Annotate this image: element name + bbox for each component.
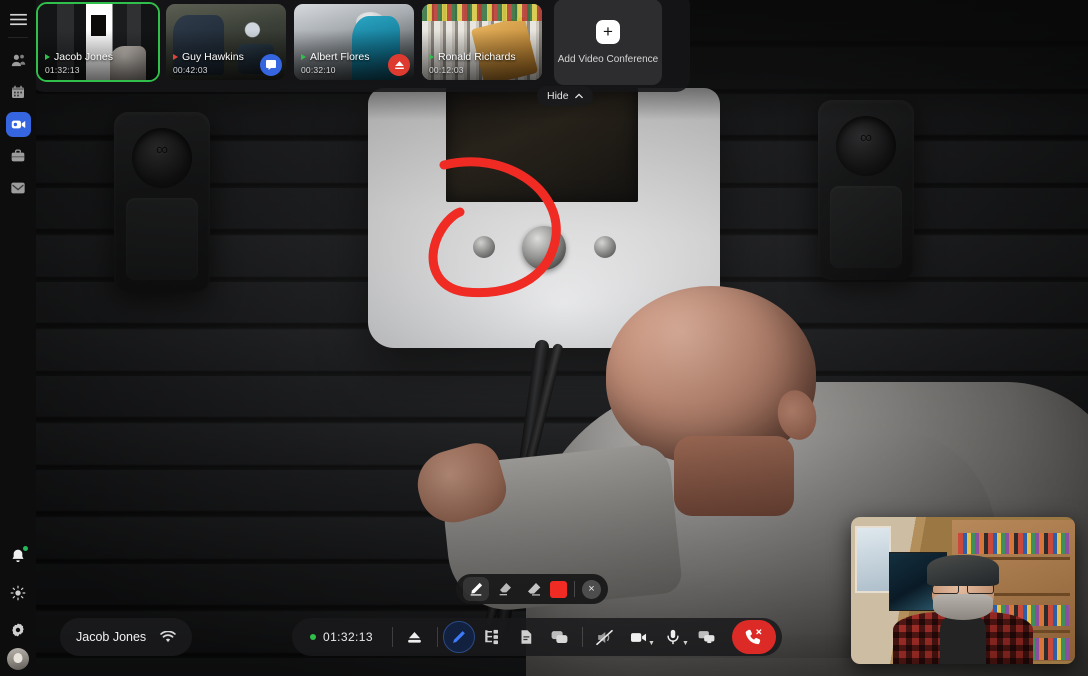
microphone-button[interactable]: ▼	[656, 622, 690, 652]
share-screen-button[interactable]	[690, 622, 724, 652]
pen-icon	[470, 582, 483, 596]
raise-hand-badge-icon[interactable]	[388, 54, 410, 76]
hide-participants-button[interactable]: Hide	[537, 86, 593, 106]
control-divider	[391, 627, 393, 647]
sidebar-bottom-group	[0, 537, 36, 670]
self-view-pip[interactable]	[851, 517, 1075, 664]
highlighter-tool-button[interactable]	[492, 577, 518, 601]
participant-thumbnail[interactable]: Guy Hawkins 00:42:03	[166, 4, 286, 80]
hamburger-icon	[9, 13, 27, 25]
avatar[interactable]	[7, 648, 29, 670]
briefcase-icon	[11, 149, 25, 162]
camera-icon	[631, 632, 647, 642]
pip-window	[855, 525, 892, 594]
notification-badge	[21, 545, 29, 552]
participant-name: Jacob Jones	[54, 51, 113, 63]
status-indicator	[301, 54, 306, 60]
record-icon	[408, 631, 422, 643]
document-icon	[521, 630, 532, 644]
gear-icon	[12, 622, 24, 637]
camera-button[interactable]: ▼	[622, 622, 656, 652]
sidebar-item-inbox[interactable]	[6, 176, 31, 201]
toolbar-divider	[574, 581, 575, 597]
chevron-up-icon	[574, 93, 583, 99]
chat-badge-icon[interactable]	[260, 54, 282, 76]
pen-tool-button[interactable]	[463, 577, 489, 601]
status-indicator	[429, 54, 434, 60]
annotation-toolbar: ×	[456, 574, 608, 604]
hierarchy-icon	[485, 629, 498, 645]
add-video-conference-label: Add Video Conference	[557, 53, 659, 65]
microphone-icon	[667, 629, 679, 645]
call-timer: 01:32:13	[298, 630, 387, 644]
inbox-icon	[11, 182, 25, 194]
calendar-icon	[12, 85, 24, 98]
menu-button[interactable]	[7, 9, 29, 29]
participant-name: Albert Flores	[310, 51, 370, 63]
local-user-name: Jacob Jones	[76, 630, 147, 644]
speaker-off-icon	[596, 629, 614, 645]
control-divider	[436, 627, 438, 647]
video-camera-icon	[11, 120, 25, 128]
participant-duration: 00:12:03	[429, 65, 464, 75]
recording-indicator-dot	[310, 634, 316, 640]
left-sidebar	[0, 0, 36, 676]
documents-button[interactable]	[509, 622, 543, 652]
sidebar-item-notifications[interactable]	[6, 543, 31, 568]
sidebar-divider	[8, 37, 28, 38]
participant-thumbnail[interactable]: Albert Flores 00:32:10	[294, 4, 414, 80]
sidebar-item-contacts[interactable]	[6, 48, 31, 73]
highlighter-icon	[499, 583, 511, 596]
pip-self-figure	[892, 555, 1034, 664]
status-indicator	[45, 54, 50, 60]
status-indicator	[173, 54, 178, 60]
sidebar-item-jobs[interactable]	[6, 144, 31, 169]
control-divider	[581, 627, 583, 647]
participant-thumbnail[interactable]: Jacob Jones 01:32:13	[36, 2, 160, 82]
local-user-pill[interactable]: Jacob Jones	[60, 618, 193, 656]
annotation-color-swatch[interactable]	[550, 580, 567, 598]
video-call-app: ∞ ∞ Jacob J	[0, 0, 1088, 676]
annotate-button[interactable]	[442, 621, 475, 653]
plus-icon: +	[596, 19, 620, 44]
participant-name: Guy Hawkins	[182, 51, 244, 63]
call-control-bar: 01:32:13 ▼ ▼	[292, 618, 782, 656]
sidebar-item-appearance[interactable]	[6, 580, 31, 605]
hide-label: Hide	[547, 90, 569, 102]
people-icon	[11, 54, 25, 66]
pen-icon	[453, 630, 466, 643]
phone-hangup-icon	[746, 628, 762, 644]
end-call-button[interactable]	[731, 620, 776, 654]
participant-duration: 00:42:03	[173, 65, 208, 75]
close-annotation-button[interactable]: ×	[582, 579, 601, 599]
participant-duration: 00:32:10	[301, 65, 336, 75]
chat-button[interactable]	[543, 622, 577, 652]
record-button[interactable]	[398, 622, 432, 652]
speaker-button[interactable]	[588, 622, 622, 652]
sidebar-item-settings[interactable]	[6, 617, 31, 642]
participant-duration: 01:32:13	[45, 65, 80, 75]
chevron-down-icon[interactable]: ▼	[648, 640, 655, 647]
participant-rail: Jacob Jones 01:32:13 Guy Hawkins 00:42:0…	[30, 0, 690, 92]
add-video-conference-button[interactable]: + Add Video Conference	[554, 0, 662, 85]
sidebar-item-video-calls[interactable]	[5, 111, 31, 137]
sun-icon	[10, 585, 26, 600]
eraser-tool-button[interactable]	[521, 577, 547, 601]
hierarchy-button[interactable]	[475, 622, 509, 652]
participant-thumbnail[interactable]: Ronald Richards 00:12:03	[422, 4, 542, 80]
chevron-down-icon[interactable]: ▼	[682, 640, 689, 647]
chat-icon	[552, 630, 568, 643]
sidebar-item-calendar[interactable]	[6, 80, 31, 105]
participant-name: Ronald Richards	[438, 51, 516, 63]
screen-share-icon	[699, 630, 715, 643]
wifi-icon	[160, 631, 176, 643]
call-timer-text: 01:32:13	[323, 630, 373, 644]
eraser-icon	[528, 583, 541, 596]
